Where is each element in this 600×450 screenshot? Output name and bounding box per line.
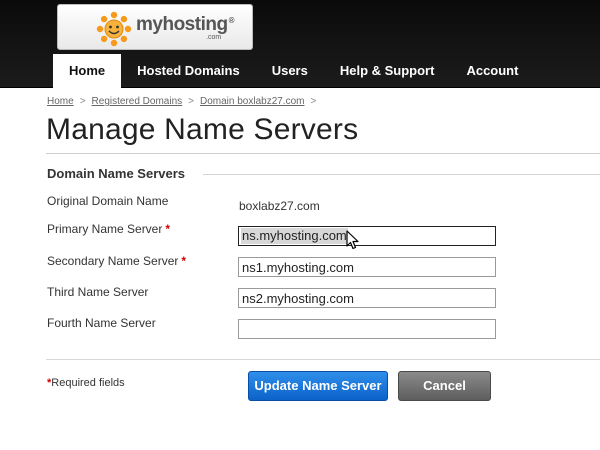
breadcrumb-home[interactable]: Home xyxy=(47,96,74,107)
form-divider xyxy=(46,359,600,360)
main-nav: Home Hosted Domains Users Help & Support… xyxy=(53,54,534,88)
title-divider xyxy=(46,153,600,154)
third-ns-label: Third Name Server xyxy=(47,285,149,299)
secondary-ns-input[interactable] xyxy=(238,257,496,277)
fourth-ns-input[interactable] xyxy=(238,319,496,339)
logo-subtext: .com xyxy=(206,34,222,41)
nav-home[interactable]: Home xyxy=(53,54,122,88)
primary-ns-value: ns.myhosting.com xyxy=(241,228,348,244)
nav-users[interactable]: Users xyxy=(256,54,324,88)
fourth-ns-label: Fourth Name Server xyxy=(47,316,156,330)
original-domain-label: Original Domain Name xyxy=(47,194,169,208)
mouse-cursor-icon xyxy=(346,230,359,250)
nav-help-support[interactable]: Help & Support xyxy=(324,54,451,88)
page-title: Manage Name Servers xyxy=(46,113,359,146)
logo[interactable]: myhosting® .com xyxy=(57,4,253,50)
required-mark: * xyxy=(165,222,171,236)
update-name-server-button[interactable]: Update Name Server xyxy=(248,371,388,401)
primary-ns-label: Primary Name Server * xyxy=(47,222,171,236)
breadcrumb: Home > Registered Domains > Domain boxlabz27… xyxy=(47,96,317,107)
primary-ns-input[interactable]: ns.myhosting.com xyxy=(238,226,496,246)
section-title: Domain Name Servers xyxy=(47,166,186,181)
original-domain-value: boxlabz27.com xyxy=(239,199,320,213)
logo-wordmark: myhosting® xyxy=(136,14,235,35)
third-ns-input[interactable] xyxy=(238,288,496,308)
required-mark: * xyxy=(181,254,187,268)
breadcrumb-domain[interactable]: Domain boxlabz27.com xyxy=(200,96,305,107)
breadcrumb-registered-domains[interactable]: Registered Domains xyxy=(92,96,183,107)
nav-account[interactable]: Account xyxy=(450,54,534,88)
secondary-ns-label: Secondary Name Server * xyxy=(47,254,187,268)
section-divider xyxy=(203,174,600,175)
required-fields-note: *Required fields xyxy=(47,377,125,389)
top-header: myhosting® .com Home Hosted Domains User… xyxy=(0,0,600,88)
sunflower-logo-icon xyxy=(96,11,132,47)
cancel-button[interactable]: Cancel xyxy=(398,371,491,401)
nav-hosted-domains[interactable]: Hosted Domains xyxy=(121,54,256,88)
